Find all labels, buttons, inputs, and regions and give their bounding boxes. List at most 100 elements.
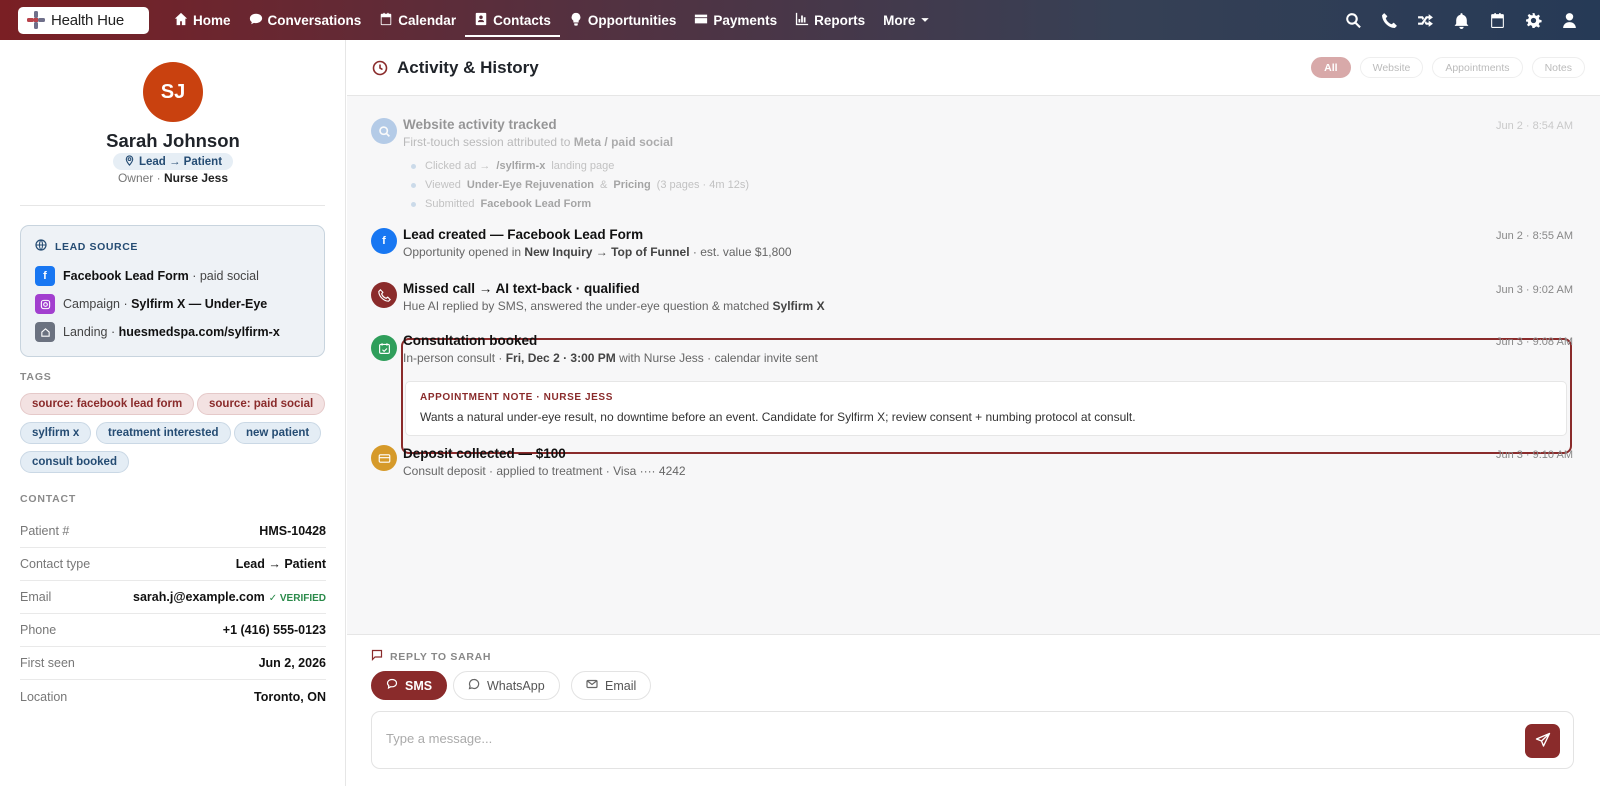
shuffle-icon[interactable] [1417, 12, 1434, 29]
phone-icon[interactable] [1381, 12, 1398, 29]
contact-label: CONTACT [20, 493, 77, 505]
nav-calendar[interactable]: Calendar [370, 0, 465, 40]
nav-payments-label: Payments [713, 12, 778, 28]
tag[interactable]: source: paid social [197, 393, 326, 415]
lead-source-row: f Facebook Lead Form · paid social [35, 266, 259, 286]
channel-whatsapp-label: WhatsApp [487, 678, 545, 693]
message-input[interactable] [386, 731, 1486, 746]
contact-key: First seen [20, 656, 75, 670]
lead-source-title: LEAD SOURCE [35, 239, 138, 254]
nav-reports[interactable]: Reports [786, 0, 874, 40]
magnifier-icon [371, 118, 397, 144]
event-subtitle: Hue AI replied by SMS, answered the unde… [403, 299, 825, 313]
note-text: Wants a natural under-eye result, no dow… [420, 410, 1136, 424]
note-label: APPOINTMENT NOTE · NURSE JESS [420, 392, 613, 403]
clock-icon [372, 60, 388, 76]
nav-calendar-label: Calendar [398, 12, 457, 28]
nav-more-label: More [883, 12, 916, 28]
contact-value: HMS-10428 [259, 524, 326, 538]
tags-label: TAGS [20, 371, 52, 383]
tag[interactable]: new patient [234, 422, 322, 444]
contact-row-email: Email sarah.j@example.com ✓ VERIFIED [20, 581, 326, 614]
contact-key: Location [20, 689, 68, 704]
activity-bullet: Viewed Under-Eye Rejuvenation & Pricing (3 p… [411, 179, 749, 191]
event-title: Deposit collected — $100 [403, 446, 566, 461]
nav-conversations[interactable]: Conversations [240, 0, 371, 40]
filter-website[interactable]: Website [1359, 57, 1424, 78]
filter-all[interactable]: All [1311, 57, 1351, 78]
bell-icon[interactable] [1453, 12, 1470, 29]
lightbulb-icon [569, 12, 583, 29]
filter-notes[interactable]: Notes [1531, 57, 1585, 78]
nav-opportunities-label: Opportunities [587, 12, 677, 28]
nav-home[interactable]: Home [165, 0, 240, 40]
nav-conversations-label: Conversations [267, 12, 362, 28]
message-box [371, 711, 1574, 769]
tag[interactable]: sylfirm x [20, 422, 92, 444]
contact-row-type: Contact type Lead → Patient [20, 548, 326, 581]
home-icon [174, 12, 188, 29]
contact-name: Sarah Johnson [106, 130, 240, 151]
channel-whatsapp-tab[interactable]: WhatsApp [453, 671, 560, 700]
nav-more[interactable]: More [874, 0, 939, 40]
activity-bullet: Clicked ad →/sylfirm-x landing page [411, 160, 614, 172]
logo-text: Health Hue [51, 11, 125, 29]
tag[interactable]: consult booked [20, 451, 129, 473]
nav-opportunities[interactable]: Opportunities [560, 0, 686, 40]
message-icon [371, 649, 383, 664]
contact-value: Lead → Patient [235, 557, 326, 571]
event-time: Jun 2 · 8:55 AM [1495, 230, 1573, 242]
email-value[interactable]: sarah.j@example.com [133, 590, 265, 604]
event-time: Jun 2 · 8:54 AM [1495, 120, 1573, 132]
event-time: Jun 3 · 9:02 AM [1495, 284, 1573, 296]
mail-icon [586, 678, 598, 693]
lead-source-detail: · paid social [188, 269, 259, 283]
channel-sms-tab[interactable]: SMS [371, 671, 448, 700]
channel-email-tab[interactable]: Email [571, 671, 652, 700]
verified-badge: ✓ VERIFIED [268, 593, 326, 604]
contact-key: Email [20, 590, 52, 604]
logo[interactable]: Health Hue [18, 6, 149, 34]
user-icon[interactable] [1561, 12, 1578, 29]
tag[interactable]: treatment interested [96, 422, 231, 444]
owner-label: Owner · [117, 171, 161, 185]
chart-icon [795, 12, 809, 29]
chevron-down-icon [920, 13, 930, 28]
tag[interactable]: source: facebook lead form [20, 393, 195, 415]
search-icon[interactable] [1345, 12, 1362, 29]
phone-icon [371, 282, 397, 308]
contacts-icon [474, 12, 488, 29]
contact-row-first-seen: First seen Jun 2, 2026 [20, 647, 326, 680]
calendar-icon[interactable] [1489, 12, 1506, 29]
campaign-prefix: Campaign · [63, 297, 132, 311]
contact-sidebar: SJ Sarah Johnson Lead → Patient Owner · … [0, 40, 346, 786]
facebook-icon: f [371, 228, 397, 254]
contact-row-location: Location Toronto, ON [20, 680, 326, 713]
send-button[interactable] [1525, 724, 1560, 758]
globe-icon [35, 239, 47, 254]
lead-source-title-text: LEAD SOURCE [55, 240, 139, 253]
top-navigation-bar: Health Hue Home Conversations Calendar C… [0, 0, 1600, 40]
contact-value: Jun 2, 2026 [258, 656, 326, 670]
activity-panel: Activity & History All Website Appointme… [347, 40, 1600, 786]
nav-payments[interactable]: Payments [685, 0, 786, 40]
nav-contacts-label: Contacts [493, 12, 551, 28]
campaign-name: Sylfirm X — Under-Eye [131, 297, 268, 311]
event-time: Jun 3 · 9:08 AM [1495, 336, 1573, 348]
nav-contacts[interactable]: Contacts [465, 0, 560, 40]
logo-mark-icon [27, 11, 45, 29]
nav-reports-label: Reports [814, 12, 866, 28]
owner-line: Owner · Nurse Jess [0, 171, 346, 185]
landing-url[interactable]: huesmedspa.com/sylfirm-x [119, 325, 280, 339]
gear-icon[interactable] [1525, 12, 1542, 29]
facebook-icon: f [35, 266, 55, 286]
phone-value[interactable]: +1 (416) 555-0123 [223, 623, 326, 637]
location-pin-icon [124, 154, 135, 169]
filter-appointments[interactable]: Appointments [1432, 57, 1523, 78]
landing-prefix: Landing · [63, 325, 119, 339]
reply-composer: REPLY TO SARAH SMS WhatsApp Email [347, 634, 1600, 786]
stage-label: Lead → Patient [138, 155, 223, 168]
lead-source-name: Facebook Lead Form [63, 269, 189, 283]
chat-bubble-icon [386, 678, 398, 693]
reply-label: REPLY TO SARAH [371, 649, 491, 664]
